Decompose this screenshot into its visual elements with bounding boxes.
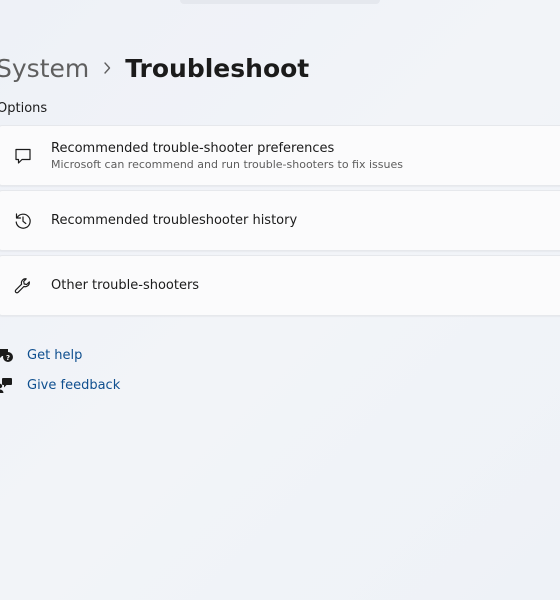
option-title: Recommended troubleshooter history bbox=[51, 213, 298, 228]
help-chat-icon: ? bbox=[0, 346, 14, 364]
option-trouble-shooter-preferences[interactable]: Recommended trouble-shooter preferences … bbox=[0, 125, 560, 186]
option-troubleshooter-history[interactable]: Recommended troubleshooter history bbox=[0, 190, 560, 251]
breadcrumb-system-link[interactable]: System bbox=[0, 54, 89, 83]
give-feedback-label: Give feedback bbox=[27, 377, 121, 393]
section-title-options: Options bbox=[0, 101, 48, 116]
option-texts: Other trouble-shooters bbox=[51, 278, 199, 293]
chevron-right-icon bbox=[103, 62, 111, 74]
option-description: Microsoft can recommend and run trouble-… bbox=[51, 157, 403, 171]
feedback-icon bbox=[0, 376, 14, 394]
title-bar-handle bbox=[180, 0, 380, 4]
svg-text:?: ? bbox=[6, 354, 10, 362]
get-help-link[interactable]: ? Get help bbox=[0, 346, 82, 364]
page-title: Troubleshoot bbox=[125, 53, 310, 83]
wrench-icon bbox=[13, 276, 33, 296]
history-icon bbox=[13, 211, 33, 231]
option-texts: Recommended trouble-shooter preferences … bbox=[51, 141, 403, 171]
breadcrumb: System Troubleshoot bbox=[0, 50, 309, 86]
give-feedback-link[interactable]: Give feedback bbox=[0, 376, 120, 394]
option-title: Other trouble-shooters bbox=[51, 278, 200, 293]
option-texts: Recommended troubleshooter history bbox=[51, 213, 297, 228]
chat-bubble-icon bbox=[13, 146, 33, 166]
option-title: Recommended trouble-shooter preferences bbox=[51, 140, 335, 156]
get-help-label: Get help bbox=[27, 347, 83, 363]
option-other-trouble-shooters[interactable]: Other trouble-shooters bbox=[0, 255, 560, 316]
